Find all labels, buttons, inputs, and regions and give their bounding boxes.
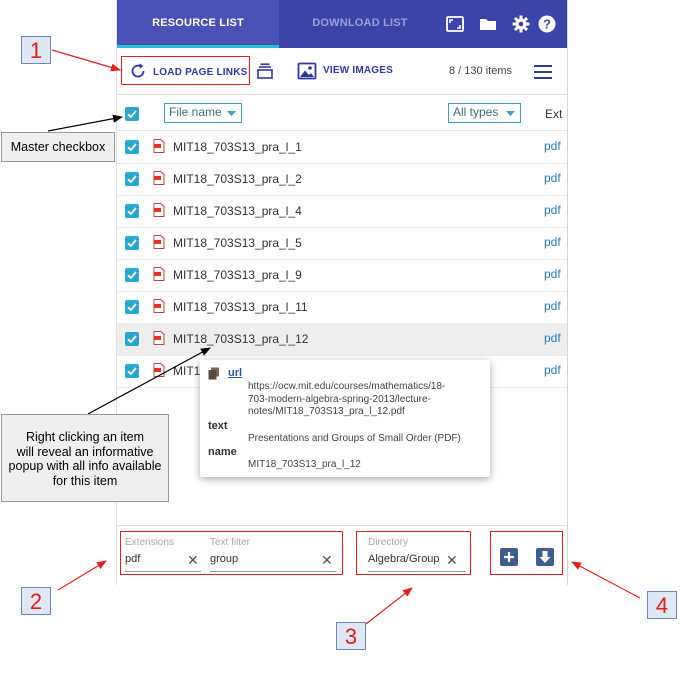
highlight-load-links — [121, 56, 250, 85]
annotation-number-2: 2 — [21, 587, 51, 615]
annotation-number-4: 4 — [647, 591, 677, 619]
highlight-actions — [490, 531, 563, 575]
right-click-line-3: popup with all info available — [8, 459, 162, 473]
annotation-number-1: 1 — [21, 36, 51, 64]
right-click-line-4: for this item — [52, 473, 118, 488]
highlight-filters — [120, 531, 343, 575]
right-click-line-1: Right clicking an item — [25, 430, 145, 444]
right-click-line-2: will reveal an informative — [16, 444, 154, 459]
highlight-directory — [356, 531, 471, 575]
master-checkbox-callout: Master checkbox — [1, 132, 115, 162]
right-click-callout: Right clicking an item will reveal an in… — [1, 414, 169, 502]
annotation-number-3: 3 — [336, 622, 366, 650]
